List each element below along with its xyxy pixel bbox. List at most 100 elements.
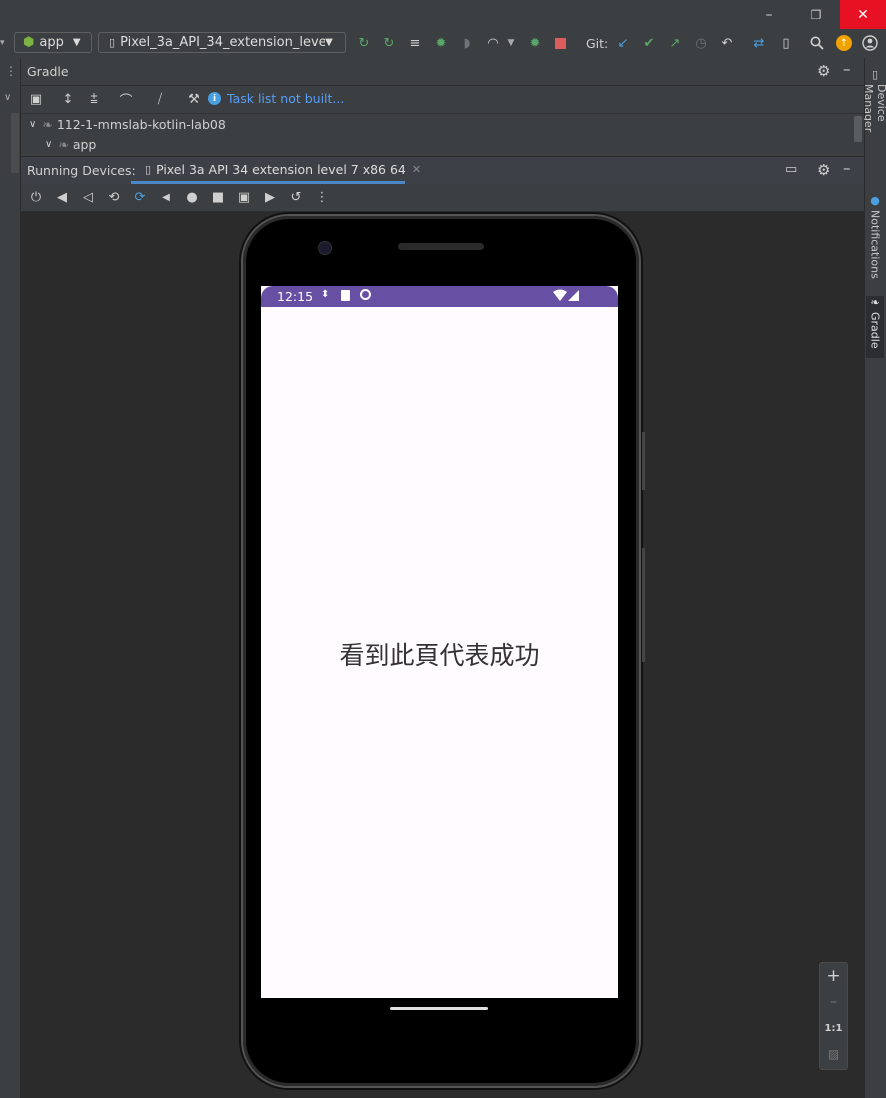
toggle-offline-icon[interactable]: ⧸ — [151, 90, 169, 108]
device-manager-tab[interactable]: ▯ Device Manager — [862, 68, 886, 172]
analyze-deps-icon[interactable]: ⌒ — [117, 90, 135, 109]
power-icon[interactable]: ⏻ — [27, 188, 45, 206]
title-bar: – ❐ ✕ — [0, 0, 886, 29]
device-icon: ▯ — [145, 162, 152, 176]
sim-card-icon — [341, 290, 350, 301]
running-devices-header: Running Devices: ▯ Pixel 3a API 34 exten… — [21, 156, 864, 185]
gradle-panel-header: Gradle ⚙ – — [21, 58, 864, 86]
bell-icon: ● — [868, 194, 882, 207]
tree-item[interactable]: ∨ ❧ 112-1-mmslab-kotlin-lab08 — [21, 114, 864, 134]
rotate-left-icon[interactable]: ⟲ — [105, 188, 123, 206]
task-list-link[interactable]: i Task list not built... — [208, 91, 344, 106]
close-icon: ✕ — [857, 6, 869, 23]
zoom-in-button[interactable]: + — [820, 963, 847, 989]
back-icon[interactable]: ◀ — [157, 188, 175, 206]
gradle-sync-icon[interactable]: ⇄ — [750, 34, 768, 52]
wifi-icon — [553, 289, 567, 301]
camera-icon[interactable]: ▣ — [235, 188, 253, 206]
restore-button[interactable]: ❐ — [793, 0, 839, 29]
chevron-down-icon: ∨ — [29, 118, 37, 130]
volume-up-icon[interactable]: ◀ — [53, 188, 71, 206]
options-icon[interactable]: ⋮ — [5, 64, 17, 78]
list-icon[interactable]: ≡ — [406, 34, 424, 52]
history-icon[interactable]: ◷ — [692, 34, 710, 52]
gradle-elephant-icon: ❧ — [868, 296, 882, 309]
running-devices-label: Running Devices: — [27, 163, 136, 178]
side-button — [642, 432, 645, 490]
phone-screen[interactable]: 看到此頁代表成功 — [261, 286, 618, 998]
git-push-icon[interactable]: ↗ — [666, 34, 684, 52]
collapse-all-icon[interactable]: ⩲ — [85, 90, 103, 108]
overview-icon[interactable]: ■ — [209, 188, 227, 206]
scrollbar[interactable] — [11, 113, 19, 173]
device-tab[interactable]: ▯ Pixel 3a API 34 extension level 7 x86 … — [131, 157, 421, 184]
gradle-toolbar: ▣ ↕ ⩲ ⌒ ⧸ ⚒ i Task list not built... — [21, 86, 864, 114]
tree-item[interactable]: ∨ ❧ app — [21, 134, 864, 154]
execute-task-icon[interactable]: ▣ — [27, 90, 45, 108]
volume-down-icon[interactable]: ◁ — [79, 188, 97, 206]
rollback-icon[interactable]: ↶ — [718, 34, 736, 52]
rerun-icon[interactable]: ↻ — [355, 34, 373, 52]
account-icon[interactable] — [861, 34, 879, 52]
debug-icon[interactable]: ✹ — [432, 34, 450, 52]
task-status-text: Task list not built... — [227, 91, 345, 106]
device-manager-icon[interactable]: ▯ — [777, 34, 795, 52]
chevron-down-icon[interactable]: ▼ — [502, 34, 520, 52]
close-window-button[interactable]: ✕ — [840, 0, 886, 29]
gradle-elephant-icon: ❧ — [42, 116, 53, 132]
zoom-actual-size-label: 1:1 — [824, 1022, 843, 1034]
gradle-tab-label: Gradle — [868, 312, 882, 349]
maximize-icon[interactable]: ▭ — [785, 162, 797, 177]
expand-all-icon[interactable]: ↕ — [59, 90, 77, 108]
coverage-icon[interactable]: ◗ — [458, 34, 476, 52]
minimize-icon: – — [765, 6, 773, 23]
emulator-toolbar: ⏻ ◀ ◁ ⟲ ⟳ ◀ ● ■ ▣ ▶ ↺ ⋮ — [21, 184, 864, 211]
device-icon: ▯ — [109, 36, 116, 49]
app-text: 看到此頁代表成功 — [339, 641, 540, 670]
gear-icon[interactable]: ⚙ — [817, 161, 830, 179]
zoom-out-button[interactable]: – — [820, 989, 847, 1015]
chevron-down-icon: ▼ — [325, 37, 333, 48]
run-config-select[interactable]: ⬢ app ▼ — [14, 32, 92, 53]
gradle-tab[interactable]: ❧ Gradle — [866, 296, 884, 358]
more-options-icon[interactable]: ⋮ — [313, 188, 331, 206]
snapshot-icon[interactable]: ↺ — [287, 188, 305, 206]
git-label: Git: — [586, 36, 609, 51]
minus-icon: – — [830, 994, 837, 1010]
gear-icon[interactable]: ⚙ — [817, 62, 830, 80]
update-icon[interactable]: ↑ — [835, 34, 853, 52]
hide-panel-icon[interactable]: – — [843, 159, 851, 177]
device-select[interactable]: ▯ Pixel_3a_API_34_extension_level_7_x ▼ — [98, 32, 346, 53]
status-bar: 12:15 ⬍ — [261, 286, 618, 307]
tree-item-label: 112-1-mmslab-kotlin-lab08 — [56, 116, 226, 132]
gesture-nav-bar[interactable] — [390, 1007, 488, 1010]
rotate-right-icon[interactable]: ⟳ — [131, 188, 149, 206]
apply-changes-icon[interactable]: ↻ — [380, 34, 398, 52]
tree-item-label: app — [72, 136, 97, 152]
scrollbar[interactable] — [854, 116, 862, 142]
minimize-button[interactable]: – — [746, 0, 792, 29]
device-manager-icon: ▯ — [868, 68, 882, 81]
zoom-controls: + – 1:1 ▨ — [819, 962, 848, 1070]
home-icon[interactable]: ● — [183, 188, 201, 206]
close-icon[interactable]: ✕ — [412, 163, 421, 176]
gradle-panel-title: Gradle — [27, 64, 69, 79]
main-toolbar: ▾ ⬢ app ▼ ▯ Pixel_3a_API_34_extension_le… — [0, 29, 886, 59]
status-time: 12:15 — [277, 289, 314, 304]
zoom-actual-size-button[interactable]: 1:1 — [820, 1015, 847, 1041]
chevron-down-icon[interactable]: ∨ — [4, 92, 11, 103]
search-icon[interactable] — [808, 34, 826, 52]
wrench-icon[interactable]: ⚒ — [185, 90, 203, 108]
git-update-icon[interactable]: ↙ — [614, 34, 632, 52]
git-commit-icon[interactable]: ✔ — [640, 34, 658, 52]
hide-panel-icon[interactable]: – — [843, 60, 851, 78]
notifications-tab[interactable]: ● Notifications — [866, 194, 884, 282]
profiler-icon[interactable]: ◠ — [484, 34, 502, 52]
screenrecord-icon[interactable]: ▶ — [261, 188, 279, 206]
chevron-down-icon[interactable]: ▾ — [0, 38, 5, 48]
attach-debugger-icon[interactable]: ✹ — [526, 34, 544, 52]
signal-icon — [568, 290, 579, 301]
zoom-fit-button[interactable]: ▨ — [820, 1041, 847, 1067]
device-label: Pixel_3a_API_34_extension_level_7_x — [120, 35, 326, 50]
stop-button[interactable] — [551, 34, 569, 52]
